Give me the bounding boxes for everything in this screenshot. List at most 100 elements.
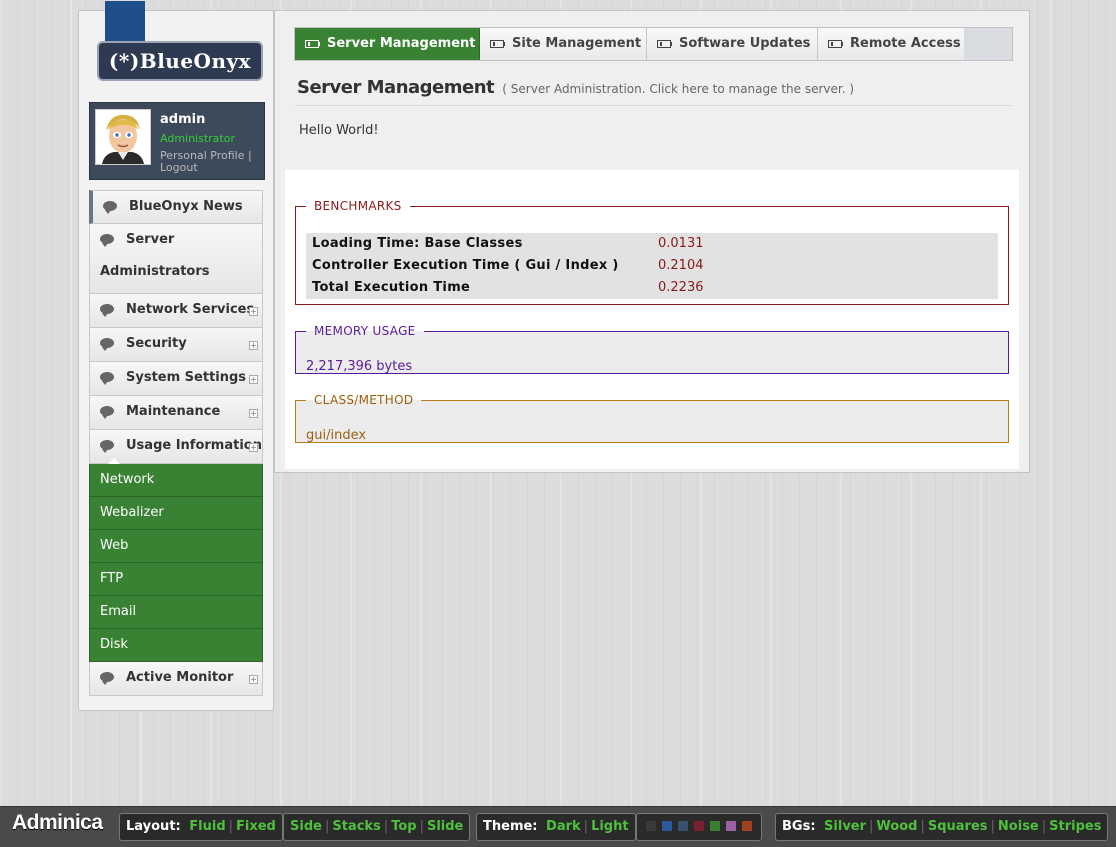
nav-style-switcher: Side | Stacks | Top | Slide — [283, 813, 471, 841]
active-pointer-icon — [108, 458, 120, 464]
speech-bubble-icon — [100, 672, 114, 685]
speech-bubble-icon — [100, 234, 114, 247]
expand-icon[interactable]: + — [249, 307, 258, 316]
theme-dark-link[interactable]: Dark — [546, 819, 581, 834]
tab-software-updates[interactable]: Software Updates — [647, 28, 818, 60]
speech-bubble-icon — [103, 201, 117, 214]
tab-server-management[interactable]: Server Management — [295, 28, 480, 60]
server-icon — [657, 40, 672, 48]
memory-usage-legend: MEMORY USAGE — [314, 324, 416, 338]
expand-icon[interactable]: + — [249, 341, 258, 350]
debug-panel: BENCHMARKS Loading Time: Base Classes 0.… — [285, 170, 1019, 469]
avatar — [95, 109, 151, 165]
page-heading[interactable]: Server Management ( Server Administratio… — [297, 77, 854, 98]
color-swatch-1[interactable] — [646, 821, 656, 831]
sidebar-item-security[interactable]: Security + — [89, 328, 263, 362]
blueonyx-logo[interactable]: (*)BlueOnyx — [97, 41, 263, 81]
layout-fluid-link[interactable]: Fluid — [189, 819, 225, 834]
sidebar-subitem-ftp[interactable]: FTP — [89, 563, 263, 596]
benchmarks-legend: BENCHMARKS — [314, 199, 402, 213]
user-panel: admin Administrator Personal Profile | L… — [89, 102, 265, 180]
color-swatch-2[interactable] — [662, 821, 672, 831]
sidebar-nav: BlueOnyx News Server Administrators Netw… — [89, 190, 265, 696]
sidebar-subitem-disk[interactable]: Disk — [89, 629, 263, 662]
logout-link[interactable]: Logout — [160, 161, 198, 174]
speech-bubble-icon — [100, 406, 114, 419]
tab-remote-access[interactable]: Remote Access — [818, 28, 966, 60]
sidebar-item-blueonyx-news[interactable]: BlueOnyx News — [89, 190, 263, 224]
expand-icon[interactable]: + — [249, 675, 258, 684]
bg-stripes-link[interactable]: Stripes — [1049, 819, 1101, 834]
bg-noise-link[interactable]: Noise — [998, 819, 1039, 834]
sidebar-item-label: Server — [126, 232, 175, 247]
backgrounds-label: BGs: — [782, 819, 816, 834]
sidebar-subitem-web[interactable]: Web — [89, 530, 263, 563]
table-row: Total Execution Time 0.2236 — [306, 277, 998, 299]
sidebar-subitem-webalizer[interactable]: Webalizer — [89, 497, 263, 530]
class-method-legend: CLASS/METHOD — [314, 393, 414, 407]
bg-silver-link[interactable]: Silver — [824, 819, 866, 834]
sidebar-item-label: System Settings — [126, 370, 247, 385]
tab-bar-filler — [964, 28, 1012, 60]
nav-stacks-link[interactable]: Stacks — [332, 819, 380, 834]
separator: | — [1041, 819, 1047, 834]
class-method-value: gui/index — [306, 428, 367, 443]
speech-bubble-icon — [100, 440, 114, 453]
sidebar-item-system-settings[interactable]: System Settings + — [89, 362, 263, 396]
user-links: Personal Profile | Logout — [160, 150, 252, 174]
page-body-text: Hello World! — [299, 123, 379, 138]
expand-icon[interactable]: + — [249, 375, 258, 384]
layout-switcher: Layout: Fluid | Fixed — [119, 813, 283, 841]
page-subtitle: ( Server Administration. Click here to m… — [502, 82, 855, 96]
bookmark-ribbon-icon — [105, 1, 145, 55]
separator: | — [324, 819, 330, 834]
speech-bubble-icon — [100, 338, 114, 351]
color-swatch-6[interactable] — [726, 821, 736, 831]
server-icon — [490, 40, 505, 48]
sidebar-item-label: Active Monitor — [126, 670, 234, 685]
color-swatch-5[interactable] — [710, 821, 720, 831]
separator: | — [990, 819, 995, 834]
separator: | — [869, 819, 874, 834]
tab-label: Site Management — [512, 36, 642, 51]
user-name: admin — [160, 112, 206, 127]
color-swatch-3[interactable] — [678, 821, 688, 831]
expand-icon[interactable]: + — [249, 409, 258, 418]
bg-wood-link[interactable]: Wood — [876, 819, 917, 834]
sidebar-item-label: Maintenance — [126, 404, 221, 419]
sidebar-item-active-monitor[interactable]: Active Monitor + — [89, 662, 263, 696]
heading-divider — [295, 105, 1011, 106]
layout-fixed-link[interactable]: Fixed — [236, 819, 276, 834]
nav-side-link[interactable]: Side — [290, 819, 322, 834]
expand-icon[interactable]: + — [249, 443, 258, 452]
memory-usage-section: MEMORY USAGE 2,217,396 bytes — [295, 324, 1009, 374]
benchmark-name: Controller Execution Time ( Gui / Index … — [312, 258, 619, 273]
theme-switcher: Theme: Dark | Light — [476, 813, 636, 841]
top-tabs: Server Management Site Management Softwa… — [294, 27, 1013, 61]
color-swatch-4[interactable] — [694, 821, 704, 831]
nav-slide-link[interactable]: Slide — [427, 819, 463, 834]
bg-squares-link[interactable]: Squares — [928, 819, 988, 834]
benchmark-value: 0.2104 — [658, 258, 704, 273]
separator: | — [383, 819, 389, 834]
user-role: Administrator — [160, 132, 235, 145]
server-icon — [828, 40, 843, 48]
nav-top-link[interactable]: Top — [391, 819, 416, 834]
sidebar-subitem-email[interactable]: Email — [89, 596, 263, 629]
theme-light-link[interactable]: Light — [591, 819, 629, 834]
sidebar: (*)BlueOnyx admin Administrator Personal… — [78, 1, 274, 711]
benchmark-name: Loading Time: Base Classes — [312, 236, 523, 251]
sidebar-item-label: Network Services — [126, 302, 255, 317]
sidebar-item-usage-information[interactable]: Usage Information + — [89, 430, 263, 464]
color-swatch-7[interactable] — [742, 821, 752, 831]
sidebar-item-maintenance[interactable]: Maintenance + — [89, 396, 263, 430]
sidebar-item-label: Security — [126, 336, 187, 351]
background-switcher: BGs: Silver | Wood | Squares | Noise | Stripes — [775, 813, 1109, 841]
page-title: Server Management — [297, 77, 495, 98]
sidebar-item-server-administrators[interactable]: Server Administrators — [89, 224, 263, 294]
sidebar-item-label: BlueOnyx News — [129, 199, 243, 214]
tab-site-management[interactable]: Site Management — [480, 28, 647, 60]
separator: | — [228, 819, 234, 834]
sidebar-item-network-services[interactable]: Network Services + — [89, 294, 263, 328]
sidebar-subitem-network[interactable]: Network — [89, 464, 263, 497]
